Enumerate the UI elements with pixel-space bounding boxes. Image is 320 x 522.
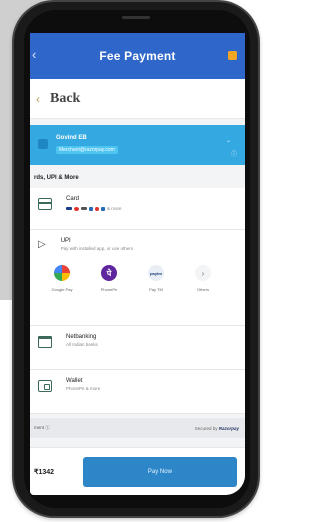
pay-bar: ₹1342 Pay Now [30, 447, 245, 495]
option-netbanking-title: Netbanking [66, 334, 97, 340]
upi-app-googlepay[interactable]: Google Pay [42, 265, 82, 292]
option-netbanking[interactable]: Netbanking All Indian banks [30, 326, 245, 370]
speaker [122, 16, 150, 19]
page-title: Fee Payment [99, 49, 176, 63]
info-icon[interactable]: ⓘ [231, 149, 237, 158]
amex-logo [89, 206, 93, 211]
secured-by: Secured by Razorpay [195, 426, 239, 431]
option-netbanking-sub: All Indian banks [66, 342, 98, 347]
pay-now-button[interactable]: Pay Now [82, 456, 237, 487]
option-upi-sub: Pay with installed app, or use others [60, 246, 133, 251]
upi-app-label: Google Pay [51, 287, 73, 292]
credit-card-icon [38, 198, 52, 210]
secured-by-prefix: Secured by [194, 425, 218, 431]
notch [103, 11, 169, 29]
upi-app-row: Google Pay पे PhonePe paytm Pay TM › Oth… [38, 265, 223, 292]
option-upi[interactable]: ▷ UPI Pay with installed app, or use oth… [30, 230, 245, 326]
rupay-logo [81, 207, 87, 210]
footer-strip: ment ⓘ Secured by Razorpay [30, 418, 245, 438]
upi-icon: ▷ [38, 239, 46, 250]
back-button[interactable]: ‹ Back [30, 79, 245, 119]
merchant-icon [38, 139, 48, 149]
upi-app-label: PhonePe [100, 287, 118, 292]
option-card[interactable]: Card & more [30, 188, 245, 230]
google-pay-icon [54, 265, 70, 281]
phonepe-icon: पे [101, 265, 117, 281]
back-label: Back [50, 90, 81, 106]
maestro-logo [95, 206, 99, 211]
chevron-down-icon[interactable]: ⌄ [226, 137, 231, 144]
option-wallet-sub: PhonePe & more [66, 386, 101, 391]
notification-icon[interactable] [228, 51, 237, 60]
upi-app-phonepe[interactable]: पे PhonePe [89, 265, 129, 292]
wallet-icon [38, 380, 52, 392]
merchant-name: Govind EB [56, 135, 87, 141]
merchant-banner: Govind EB Merchant@razorpay.com ⌄ ⓘ [30, 125, 245, 165]
merchant-email: Merchant@razorpay.com [56, 146, 118, 154]
footer-left-text: ment ⓘ [34, 425, 50, 430]
option-wallet-title: Wallet [66, 378, 83, 384]
bank-icon [38, 336, 52, 348]
option-wallet[interactable]: Wallet PhonePe & more [30, 370, 245, 414]
card-network-logos: & more [66, 206, 122, 211]
chevron-right-icon: › [195, 265, 211, 281]
upi-app-label: Pay TM [149, 287, 163, 292]
app-screen: ‹ Fee Payment ‹ Back Govind EB Merchant@… [30, 33, 245, 495]
chevron-left-icon: ‹ [36, 91, 40, 106]
upi-app-paytm[interactable]: paytm Pay TM [136, 265, 176, 292]
option-card-more: & more [107, 206, 122, 211]
back-arrow-icon[interactable]: ‹ [32, 47, 36, 62]
option-card-title: Card [66, 196, 80, 202]
visa-logo [66, 207, 72, 210]
total-amount: ₹1342 [34, 468, 55, 476]
option-upi-title: UPI [60, 238, 71, 244]
mastercard-logo [74, 206, 79, 211]
diners-logo [101, 206, 105, 211]
paytm-icon: paytm [148, 265, 164, 281]
razorpay-logo: Razorpay [218, 425, 239, 431]
section-title: rds, UPI & More [34, 175, 79, 181]
app-header: ‹ Fee Payment [30, 33, 245, 79]
upi-app-others[interactable]: › Others [183, 265, 223, 292]
upi-app-label: Others [196, 287, 209, 292]
